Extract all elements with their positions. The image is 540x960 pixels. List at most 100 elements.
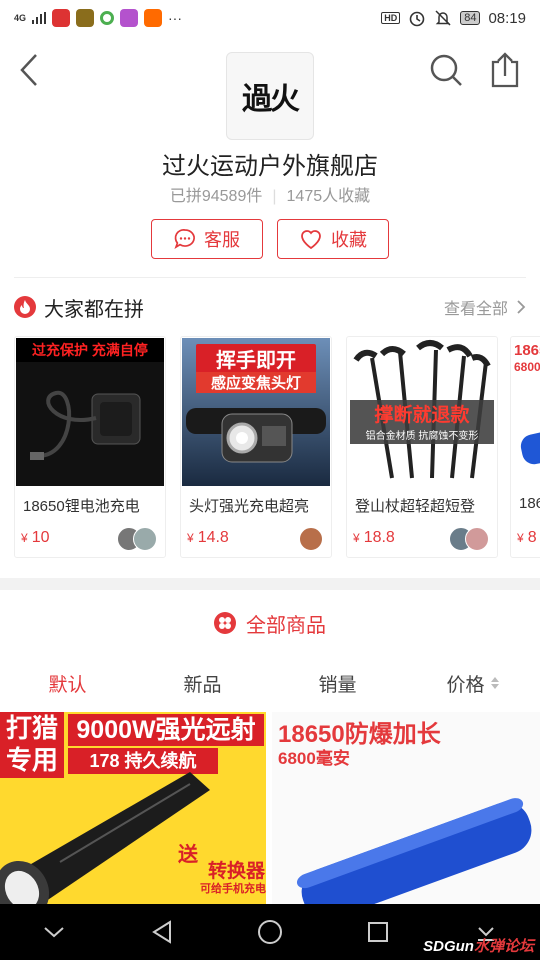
section-separator [0, 578, 540, 590]
tab-sales[interactable]: 销量 [270, 664, 405, 702]
promo-text: 送 [178, 844, 198, 866]
battery-picture [520, 410, 540, 465]
card-price: ¥8 [517, 529, 537, 546]
battery-picture [296, 798, 532, 904]
charger-picture [30, 390, 141, 460]
grid-icon [214, 612, 236, 634]
store-name: 过火运动户外旗舰店 [162, 153, 378, 180]
share-icon [491, 52, 519, 88]
product-grid[interactable]: 打猎 专用 9000W强光远射 178 持久续航 送 转换器 可给手机充电 186… [0, 712, 540, 904]
chevron-right-icon [517, 300, 526, 314]
tab-default[interactable]: 默认 [0, 664, 135, 702]
watermark-part1: SDGun [423, 938, 474, 955]
promo-text: 转换器 [208, 861, 266, 882]
sort-arrows-icon [490, 677, 499, 689]
hd-icon: HD [381, 12, 401, 24]
favorite-label: 收藏 [331, 230, 367, 250]
watermark-part2: 水弹论坛 [473, 938, 534, 955]
nav-collapse-button[interactable] [34, 912, 74, 952]
store-stats: 已拼94589件 | 1475人收藏 [169, 188, 371, 205]
card-price: ¥18.8 [353, 529, 395, 546]
promo-note: 可给手机充电 [200, 883, 266, 895]
app-notification-icon [52, 9, 71, 27]
card-title: 18650 [519, 495, 540, 512]
status-bar: 4G ··· HD 84 08:19 [0, 0, 540, 36]
group-buy-title: 大家都在拼 [14, 293, 144, 322]
product-card[interactable]: 打猎 专用 9000W强光远射 178 持久续航 送 转换器 可给手机充电 [0, 712, 266, 904]
group-buy-title-text: 大家都在拼 [44, 298, 144, 321]
status-right: HD 84 08:19 [381, 9, 526, 27]
card-title: 18650锂电池充电 [23, 498, 140, 515]
triangle-back-icon [152, 920, 171, 944]
search-button[interactable] [428, 52, 464, 88]
customer-service-label: 客服 [204, 230, 240, 250]
circle-home-icon [258, 920, 282, 944]
chevron-down-icon [44, 927, 64, 938]
all-goods-title: 全部商品 [246, 614, 326, 637]
network-indicator: 4G [14, 12, 27, 23]
fire-icon [14, 296, 36, 318]
app-notification-icon [76, 9, 95, 27]
square-recents-icon [368, 922, 388, 942]
chevron-left-icon [20, 54, 37, 86]
product-card[interactable]: 18650防爆加长 6800毫安 [272, 712, 540, 904]
image-banner: 撑断就退款 铝合金材质 抗腐蚀不变形 [350, 400, 494, 444]
card-price: ¥14.8 [187, 529, 229, 546]
group-buy-card[interactable]: 过充保护 充满自停 18650锂电池充电 ¥10 [14, 336, 166, 558]
avatar [465, 527, 489, 551]
group-buy-card[interactable]: 撑断就退款 铝合金材质 抗腐蚀不变形 登山杖超轻超短登 ¥18.8 [346, 336, 498, 558]
status-left: 4G ··· [14, 9, 182, 27]
tab-label: 默认 [48, 674, 87, 696]
tab-price[interactable]: 价格 [405, 664, 540, 702]
product-image: 撑断就退款 铝合金材质 抗腐蚀不变形 [348, 338, 496, 486]
view-all-label: 查看全部 [443, 301, 508, 318]
group-buy-header: 大家都在拼 查看全部 [14, 290, 526, 324]
mute-icon [435, 10, 451, 26]
avatar-group [117, 527, 157, 551]
clock: 08:19 [488, 9, 526, 27]
taobao-icon [144, 9, 163, 27]
tab-new[interactable]: 新品 [135, 664, 270, 702]
avatar [299, 527, 323, 551]
headlamp-picture [186, 408, 326, 463]
watermark: SDGun水弹论坛 [423, 935, 534, 956]
all-goods-header: 全部商品 [0, 606, 540, 640]
share-button[interactable] [488, 50, 522, 90]
avatar [133, 527, 157, 551]
card-title: 登山杖超轻超短登 [355, 498, 476, 515]
card-title: 头灯强光充电超亮 [189, 498, 310, 515]
chrome-icon [100, 11, 115, 25]
avatar-group [299, 527, 323, 551]
nav-home-button[interactable] [250, 912, 290, 952]
divider [14, 277, 526, 278]
avatar-group [449, 527, 489, 551]
customer-service-button[interactable]: 客服 [151, 219, 263, 259]
group-buy-card[interactable]: 1865 6800 18650 ¥8 [510, 336, 540, 558]
back-button[interactable] [14, 50, 48, 90]
battery-icon: 84 [460, 11, 481, 25]
card-price: ¥10 [21, 529, 50, 546]
product-image: 过充保护 充满自停 [16, 338, 164, 486]
sold-count: 已拼94589件 [169, 188, 263, 205]
view-all-link[interactable]: 查看全部 [444, 295, 526, 319]
nav-recents-button[interactable] [358, 912, 398, 952]
heart-icon [301, 230, 321, 250]
group-buy-card[interactable]: 挥手即开 感应变焦头灯 头灯强光充电超亮 ¥14.8 [180, 336, 332, 558]
chat-icon [174, 229, 195, 249]
product-image: 1865 6800 [512, 338, 540, 486]
app-notification-icon [120, 9, 139, 27]
store-logo[interactable]: 過火 [226, 52, 314, 140]
product-image: 挥手即开 感应变焦头灯 [182, 338, 330, 486]
store-logo-text: 過火 [242, 82, 300, 117]
image-banner-title: 撑断就退款 [374, 405, 470, 426]
favorite-count: 1475人收藏 [286, 188, 371, 205]
nav-back-button[interactable] [142, 912, 182, 952]
favorite-button[interactable]: 收藏 [277, 219, 389, 259]
sort-tabs: 默认 新品 销量 价格 [0, 664, 540, 702]
search-icon [430, 54, 462, 86]
image-banner-sub: 铝合金材质 抗腐蚀不变形 [365, 431, 479, 442]
group-buy-carousel[interactable]: 过充保护 充满自停 18650锂电池充电 ¥10 挥手即开 感应变焦头灯 头灯强… [14, 336, 540, 560]
signal-icon [32, 12, 47, 24]
alarm-icon [409, 11, 425, 27]
more-notifications: ··· [168, 10, 183, 26]
